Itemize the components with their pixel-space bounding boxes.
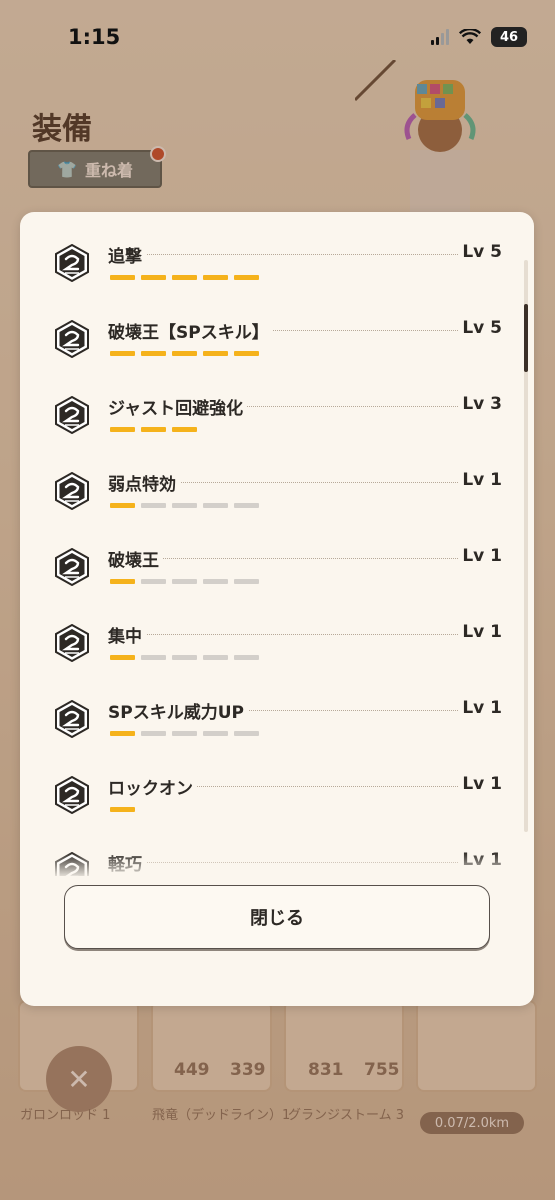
signal-icon (431, 29, 449, 45)
skill-emblem-icon (53, 319, 91, 359)
skill-level: Lv 5 (458, 242, 502, 262)
level-bar-empty (234, 655, 259, 660)
skill-emblem-icon (53, 395, 91, 435)
level-bar-filled (110, 807, 135, 812)
skill-level: Lv 1 (458, 470, 502, 490)
level-bar-empty (172, 579, 197, 584)
wifi-icon (458, 27, 482, 45)
level-bar-empty (234, 503, 259, 508)
level-bar-filled (203, 275, 228, 280)
level-bar-filled (203, 351, 228, 356)
dotted-leader (140, 254, 474, 255)
skill-emblem-icon (53, 471, 91, 511)
skill-level: Lv 1 (458, 546, 502, 566)
skill-name: ジャスト回避強化 (108, 394, 248, 419)
skill-name: 集中 (108, 622, 146, 647)
list-fade (20, 852, 534, 878)
dotted-leader (140, 634, 474, 635)
skill-level: Lv 1 (458, 622, 502, 642)
skill-level-bars (110, 579, 259, 584)
skill-list[interactable]: 追撃 Lv 5 破壊王【SPスキル】 Lv 5 ジャスト回避強化 Lv 3 弱点特効 L… (20, 212, 534, 876)
skill-row: ロックオン Lv 1 (20, 758, 534, 834)
skill-level-bars (110, 275, 259, 280)
skill-list-modal: 追撃 Lv 5 破壊王【SPスキル】 Lv 5 ジャスト回避強化 Lv 3 弱点特効 L… (20, 212, 534, 1006)
level-bar-filled (110, 579, 135, 584)
level-bar-empty (172, 503, 197, 508)
level-bar-filled (110, 503, 135, 508)
level-bar-empty (203, 579, 228, 584)
skill-level-bars (110, 731, 259, 736)
skill-emblem-icon (53, 699, 91, 739)
skill-level: Lv 3 (458, 394, 502, 414)
battery-icon: 46 (491, 27, 527, 47)
level-bar-filled (110, 275, 135, 280)
skill-level-bars (110, 807, 135, 812)
level-bar-empty (141, 579, 166, 584)
level-bar-empty (203, 655, 228, 660)
level-bar-filled (110, 655, 135, 660)
dotted-leader (140, 482, 474, 483)
level-bar-empty (203, 503, 228, 508)
level-bar-empty (234, 731, 259, 736)
skill-name: 追撃 (108, 242, 146, 267)
skill-name: ロックオン (108, 774, 197, 799)
level-bar-empty (203, 731, 228, 736)
close-button[interactable]: 閉じる (64, 885, 490, 949)
skill-row: 弱点特効 Lv 1 (20, 454, 534, 530)
skill-row: SPスキル威力UP Lv 1 (20, 682, 534, 758)
level-bar-empty (141, 503, 166, 508)
skill-emblem-icon (53, 547, 91, 587)
level-bar-empty (172, 731, 197, 736)
level-bar-empty (141, 731, 166, 736)
level-bar-empty (141, 655, 166, 660)
skill-row: 破壊王 Lv 1 (20, 530, 534, 606)
level-bar-filled (141, 275, 166, 280)
skill-name: 破壊王 (108, 546, 163, 571)
skill-emblem-icon (53, 775, 91, 815)
skill-level-bars (110, 655, 259, 660)
level-bar-filled (141, 427, 166, 432)
level-bar-filled (234, 275, 259, 280)
scrollbar[interactable] (524, 260, 528, 832)
level-bar-filled (234, 351, 259, 356)
level-bar-filled (172, 427, 197, 432)
status-icons: 46 (431, 27, 527, 47)
skill-emblem-icon (53, 243, 91, 283)
skill-level-bars (110, 503, 259, 508)
level-bar-filled (110, 731, 135, 736)
skill-level: Lv 1 (458, 698, 502, 718)
level-bar-empty (234, 579, 259, 584)
status-time: 1:15 (68, 25, 121, 49)
dotted-leader (140, 558, 474, 559)
level-bar-filled (141, 351, 166, 356)
skill-level: Lv 1 (458, 774, 502, 794)
skill-name: 破壊王【SPスキル】 (108, 318, 273, 343)
level-bar-filled (172, 351, 197, 356)
skill-level: Lv 5 (458, 318, 502, 338)
skill-name: SPスキル威力UP (108, 698, 248, 723)
level-bar-filled (172, 275, 197, 280)
level-bar-filled (110, 427, 135, 432)
skill-row: 破壊王【SPスキル】 Lv 5 (20, 302, 534, 378)
status-bar: 1:15 46 (0, 0, 555, 74)
level-bar-empty (172, 655, 197, 660)
skill-name: 弱点特効 (108, 470, 180, 495)
skill-row: 追撃 Lv 5 (20, 226, 534, 302)
skill-row: ジャスト回避強化 Lv 3 (20, 378, 534, 454)
skill-level-bars (110, 351, 259, 356)
level-bar-filled (110, 351, 135, 356)
scrollbar-thumb[interactable] (524, 304, 528, 372)
skill-level-bars (110, 427, 197, 432)
skill-emblem-icon (53, 623, 91, 663)
skill-row: 集中 Lv 1 (20, 606, 534, 682)
